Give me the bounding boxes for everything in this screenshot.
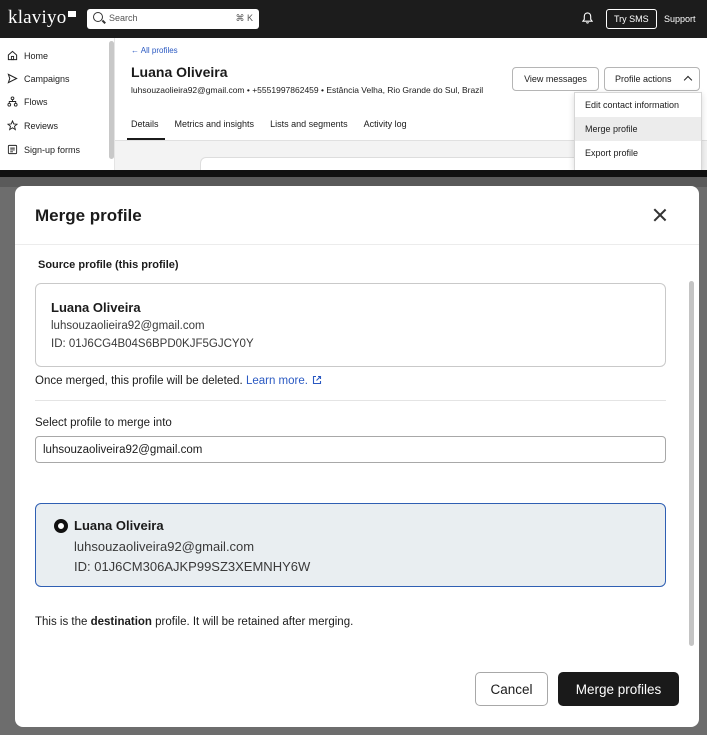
top-bar: klaviyo Search ⌘ K Try SMS Support [0,0,707,38]
merge-profiles-button[interactable]: Merge profiles [558,672,679,706]
tab-details[interactable]: Details [131,119,159,129]
sidebar-item-label: Sign-up forms [24,144,81,155]
tab-lists-and-segments[interactable]: Lists and segments [270,119,348,129]
learn-more-label: Learn more. [245,375,308,387]
profile-actions-label: Profile actions [615,74,672,84]
source-name: Luana Oliveira [51,300,141,315]
flows-icon [7,96,18,107]
bell-icon[interactable] [582,12,593,24]
form-icon [7,144,18,155]
profile-tabs: Details Metrics and insights Lists and s… [131,119,407,129]
destination-note-prefix: This is the [35,616,91,628]
source-profile-card: Luana Oliveira luhsouzaolieira92@gmail.c… [35,283,666,367]
section-divider [35,400,666,401]
send-icon [7,73,18,84]
destination-note-bold: destination [90,616,152,628]
search-placeholder: Search [109,13,138,23]
search-shortcut: ⌘ K [235,13,253,23]
radio-selected[interactable] [54,519,68,533]
logo-flag-icon [68,11,76,17]
merge-target-input[interactable] [35,436,666,463]
destination-note-suffix: profile. It will be retained after mergi… [151,616,354,628]
klaviyo-logo[interactable]: klaviyo [8,7,66,29]
menu-item-edit-contact[interactable]: Edit contact information [575,93,701,117]
tab-metrics-and-insights[interactable]: Metrics and insights [175,119,255,129]
deleted-note-text: Once merged, this profile will be delete… [35,375,243,387]
destination-email: luhsouzaoliveira92@gmail.com [74,539,255,554]
sidebar-item-label: Reviews [24,120,59,131]
chevron-up-icon [683,75,693,85]
source-profile-label: Source profile (this profile) [38,259,179,271]
support-link[interactable]: Support [664,9,696,29]
sidebar-item-reviews[interactable]: Reviews [7,120,58,131]
sidebar-item-flows[interactable]: Flows [7,96,48,107]
profile-meta: luhsouzaolieira92@gmail.com • +555199786… [131,85,484,95]
destination-id: ID: 01J6CM306AJKP99SZ3XEMNHY6W [74,559,311,574]
profile-actions-button[interactable]: Profile actions [604,67,700,91]
details-card [200,157,580,170]
sidebar-item-label: Flows [24,96,48,107]
external-link-icon [312,375,322,385]
sidebar-item-campaigns[interactable]: Campaigns [7,73,70,84]
learn-more-link[interactable]: Learn more. [246,375,322,387]
deleted-note: Once merged, this profile will be delete… [35,375,322,387]
profile-name: Luana Oliveira [131,64,228,80]
star-icon [7,120,18,131]
destination-note: This is the destination profile. It will… [35,616,353,628]
menu-item-merge-profile[interactable]: Merge profile [575,117,701,141]
modal-title: Merge profile [35,206,142,225]
modal-header-divider [15,244,699,245]
destination-name: Luana Oliveira [74,518,164,533]
try-sms-button[interactable]: Try SMS [606,9,657,29]
sidebar-item-label: Home [24,50,49,61]
cancel-button[interactable]: Cancel [475,672,548,706]
home-icon [7,50,18,61]
sidebar-scrollbar[interactable] [109,41,114,159]
sidebar-item-signup-forms[interactable]: Sign-up forms [7,144,80,155]
view-messages-button[interactable]: View messages [512,67,599,91]
merge-profile-modal: Merge profile Source profile (this profi… [15,186,699,727]
select-profile-label: Select profile to merge into [35,417,172,429]
search-box[interactable]: Search ⌘ K [87,9,259,29]
profile-actions-menu: Edit contact information Merge profile E… [574,92,702,170]
source-email: luhsouzaolieira92@gmail.com [51,320,205,332]
modal-scrollbar[interactable] [689,281,694,646]
divider-band [0,170,707,177]
search-icon [93,12,103,22]
tab-activity-log[interactable]: Activity log [364,119,407,129]
all-profiles-link[interactable]: ← All profiles [131,46,178,55]
sidebar-item-label: Campaigns [24,73,70,84]
source-id: ID: 01J6CG4B04S6BPD0KJF5GJCY0Y [51,338,254,350]
destination-profile-option[interactable]: Luana Oliveira luhsouzaoliveira92@gmail.… [35,503,666,587]
close-icon[interactable] [651,206,669,224]
sidebar-item-home[interactable]: Home [7,50,48,61]
menu-item-export-profile[interactable]: Export profile [575,141,701,165]
